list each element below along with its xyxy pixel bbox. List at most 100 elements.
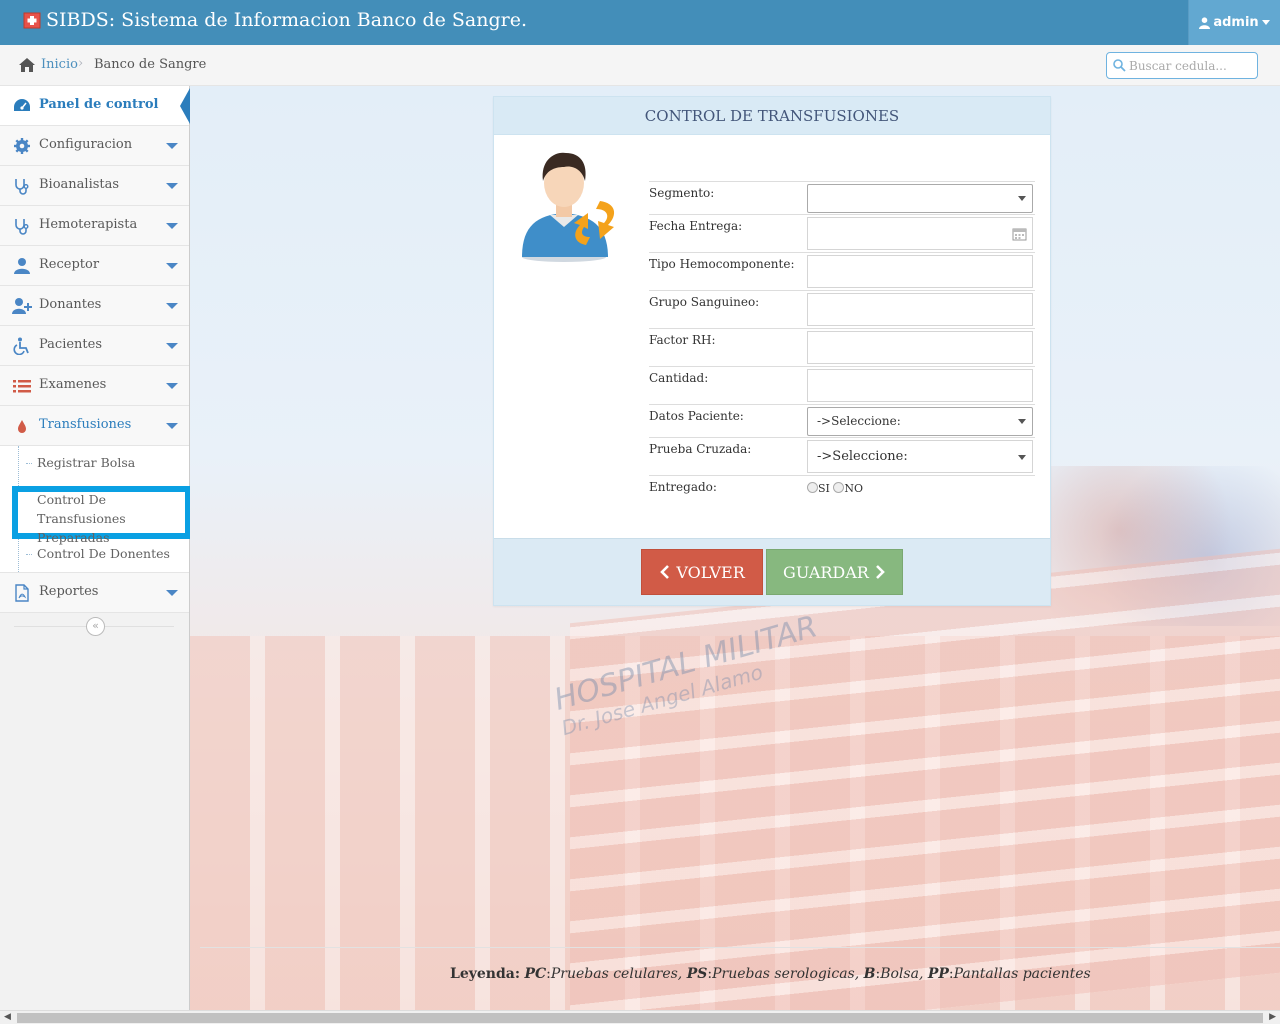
breadcrumb-current: Banco de Sangre: [94, 57, 207, 72]
cantidad-input[interactable]: [807, 369, 1033, 402]
chevron-right-icon: [876, 565, 885, 579]
caret-down-icon: [1261, 20, 1270, 25]
row-tipo-hemocomponente: Tipo Hemocomponente:: [649, 252, 1035, 290]
sidebar-item-hemoterapista[interactable]: Hemoterapista: [0, 206, 189, 246]
legend-key: PS: [686, 966, 708, 982]
active-pointer: [180, 88, 190, 124]
row-datos-paciente: Datos Paciente: ->Seleccione:: [649, 404, 1035, 437]
tipo-hemocomponente-label: Tipo Hemocomponente:: [649, 257, 795, 271]
gear-icon: [14, 138, 30, 154]
segmento-select[interactable]: [807, 184, 1033, 213]
row-segmento: Segmento:: [649, 181, 1035, 214]
sidebar-item-receptor[interactable]: Receptor: [0, 246, 189, 286]
sidebar-item-configuracion[interactable]: Configuracion: [0, 126, 189, 166]
volver-button[interactable]: VOLVER: [641, 549, 763, 595]
row-fecha-entrega: Fecha Entrega:: [649, 214, 1035, 252]
user-plus-icon: [12, 298, 32, 314]
user-name: admin: [1213, 15, 1259, 30]
guardar-button[interactable]: GUARDAR: [766, 549, 903, 595]
sidebar-item-label: Bioanalistas: [39, 177, 120, 192]
chevron-down-icon: [166, 223, 178, 229]
sidebar-item-label: Hemoterapista: [39, 217, 138, 232]
stethoscope-icon: [15, 219, 29, 235]
datos-paciente-select[interactable]: ->Seleccione:: [807, 407, 1033, 436]
dashboard-icon: [14, 99, 30, 111]
chevron-down-icon: [166, 303, 178, 309]
legend-divider: [200, 947, 1280, 948]
calendar-icon[interactable]: [1012, 226, 1027, 241]
sidebar-item-reportes[interactable]: Reportes: [0, 573, 189, 613]
legend-text: Bolsa,: [880, 966, 924, 982]
chevron-down-icon: [166, 423, 178, 429]
entregado-si-label: SI: [818, 482, 830, 495]
user-icon: [1199, 16, 1211, 29]
transfusion-control-widget: CONTROL DE TRANSFUSIONES Segmento: Fecha…: [493, 96, 1051, 606]
datos-paciente-label: Datos Paciente:: [649, 409, 744, 423]
search-box: [1106, 52, 1258, 79]
sidebar-item-label: Donantes: [39, 297, 102, 312]
widget-title: CONTROL DE TRANSFUSIONES: [494, 97, 1050, 135]
home-icon: [19, 58, 35, 72]
entregado-si-radio[interactable]: [807, 482, 818, 493]
top-navbar: SIBDS: Sistema de Informacion Banco de S…: [0, 0, 1280, 45]
fecha-entrega-input[interactable]: [807, 217, 1033, 250]
row-grupo-sanguineo: Grupo Sanguineo:: [649, 290, 1035, 328]
entregado-no-radio[interactable]: [833, 482, 845, 493]
sidebar: Panel de control Configuracion Bioanalis…: [0, 86, 191, 1024]
legend-text: Pantallas pacientes: [953, 966, 1091, 982]
brand[interactable]: SIBDS: Sistema de Informacion Banco de S…: [22, 9, 527, 31]
scrollbar-thumb[interactable]: [17, 1013, 1263, 1023]
blood-drop-icon: [18, 420, 26, 433]
grupo-sanguineo-input[interactable]: [807, 293, 1033, 326]
legend-key: B: [863, 966, 876, 982]
submenu-item-control-de-donentes[interactable]: Control De Donentes: [0, 539, 189, 573]
hospital-logo-icon: [23, 12, 41, 29]
horizontal-scrollbar[interactable]: ◀ ▶: [0, 1010, 1280, 1024]
sidebar-item-panel-de-control[interactable]: Panel de control: [0, 86, 190, 126]
chevron-down-icon: [166, 263, 178, 269]
sidebar-item-bioanalistas[interactable]: Bioanalistas: [0, 166, 189, 206]
sidebar-item-label: Pacientes: [39, 337, 103, 352]
sidebar-item-label: Reportes: [39, 584, 99, 599]
scroll-left-arrow-icon[interactable]: ◀: [4, 1012, 11, 1022]
breadcrumb-home-link[interactable]: Inicio: [41, 57, 78, 72]
breadcrumb-separator: ›: [78, 56, 84, 71]
factor-rh-input[interactable]: [807, 331, 1033, 364]
legend-text: Pruebas serologicas,: [712, 966, 860, 982]
guardar-label: GUARDAR: [783, 563, 869, 582]
user-icon: [14, 258, 30, 274]
user-transfer-avatar-icon: [522, 152, 615, 262]
prueba-cruzada-value: ->Seleccione:: [817, 449, 908, 464]
row-factor-rh: Factor RH:: [649, 328, 1035, 366]
breadcrumb: Inicio › Banco de Sangre: [0, 45, 1280, 86]
pdf-file-icon: [15, 584, 29, 602]
legend-label: Leyenda:: [450, 966, 520, 982]
tree-dot: [26, 463, 32, 464]
sidebar-item-label: Panel de control: [39, 97, 159, 112]
sidebar-item-pacientes[interactable]: Pacientes: [0, 326, 189, 366]
sidebar-collapse-button[interactable]: «: [86, 617, 105, 636]
submenu-item-control-de-transfusiones-preparadas[interactable]: Control De Transfusiones Preparadas: [12, 486, 191, 545]
sidebar-item-examenes[interactable]: Examenes: [0, 366, 189, 406]
legend: Leyenda: PC:Pruebas celulares, PS:Prueba…: [450, 966, 1091, 982]
sidebar-item-donantes[interactable]: Donantes: [0, 286, 189, 326]
sidebar-item-transfusiones[interactable]: Transfusiones: [0, 406, 189, 446]
dropdown-arrow-icon: [1018, 455, 1026, 460]
fecha-entrega-label: Fecha Entrega:: [649, 219, 743, 233]
tipo-hemocomponente-input[interactable]: [807, 255, 1033, 288]
prueba-cruzada-label: Prueba Cruzada:: [649, 442, 752, 456]
prueba-cruzada-select[interactable]: ->Seleccione:: [807, 440, 1033, 473]
tree-dot: [26, 554, 32, 555]
entregado-no-label: NO: [844, 482, 864, 495]
grupo-sanguineo-label: Grupo Sanguineo:: [649, 295, 760, 309]
chevron-down-icon: [166, 590, 178, 596]
legend-key: PP: [927, 966, 949, 982]
scroll-right-arrow-icon[interactable]: ▶: [1269, 1012, 1276, 1022]
submenu-item-registrar-bolsa[interactable]: Registrar Bolsa: [0, 446, 189, 482]
search-input[interactable]: [1129, 56, 1251, 75]
app-title: SIBDS: Sistema de Informacion Banco de S…: [46, 9, 528, 31]
user-menu[interactable]: admin: [1188, 0, 1280, 45]
submenu-item-label: Control De Donentes: [37, 546, 170, 561]
cantidad-label: Cantidad:: [649, 371, 709, 385]
segmento-label: Segmento:: [649, 186, 715, 200]
